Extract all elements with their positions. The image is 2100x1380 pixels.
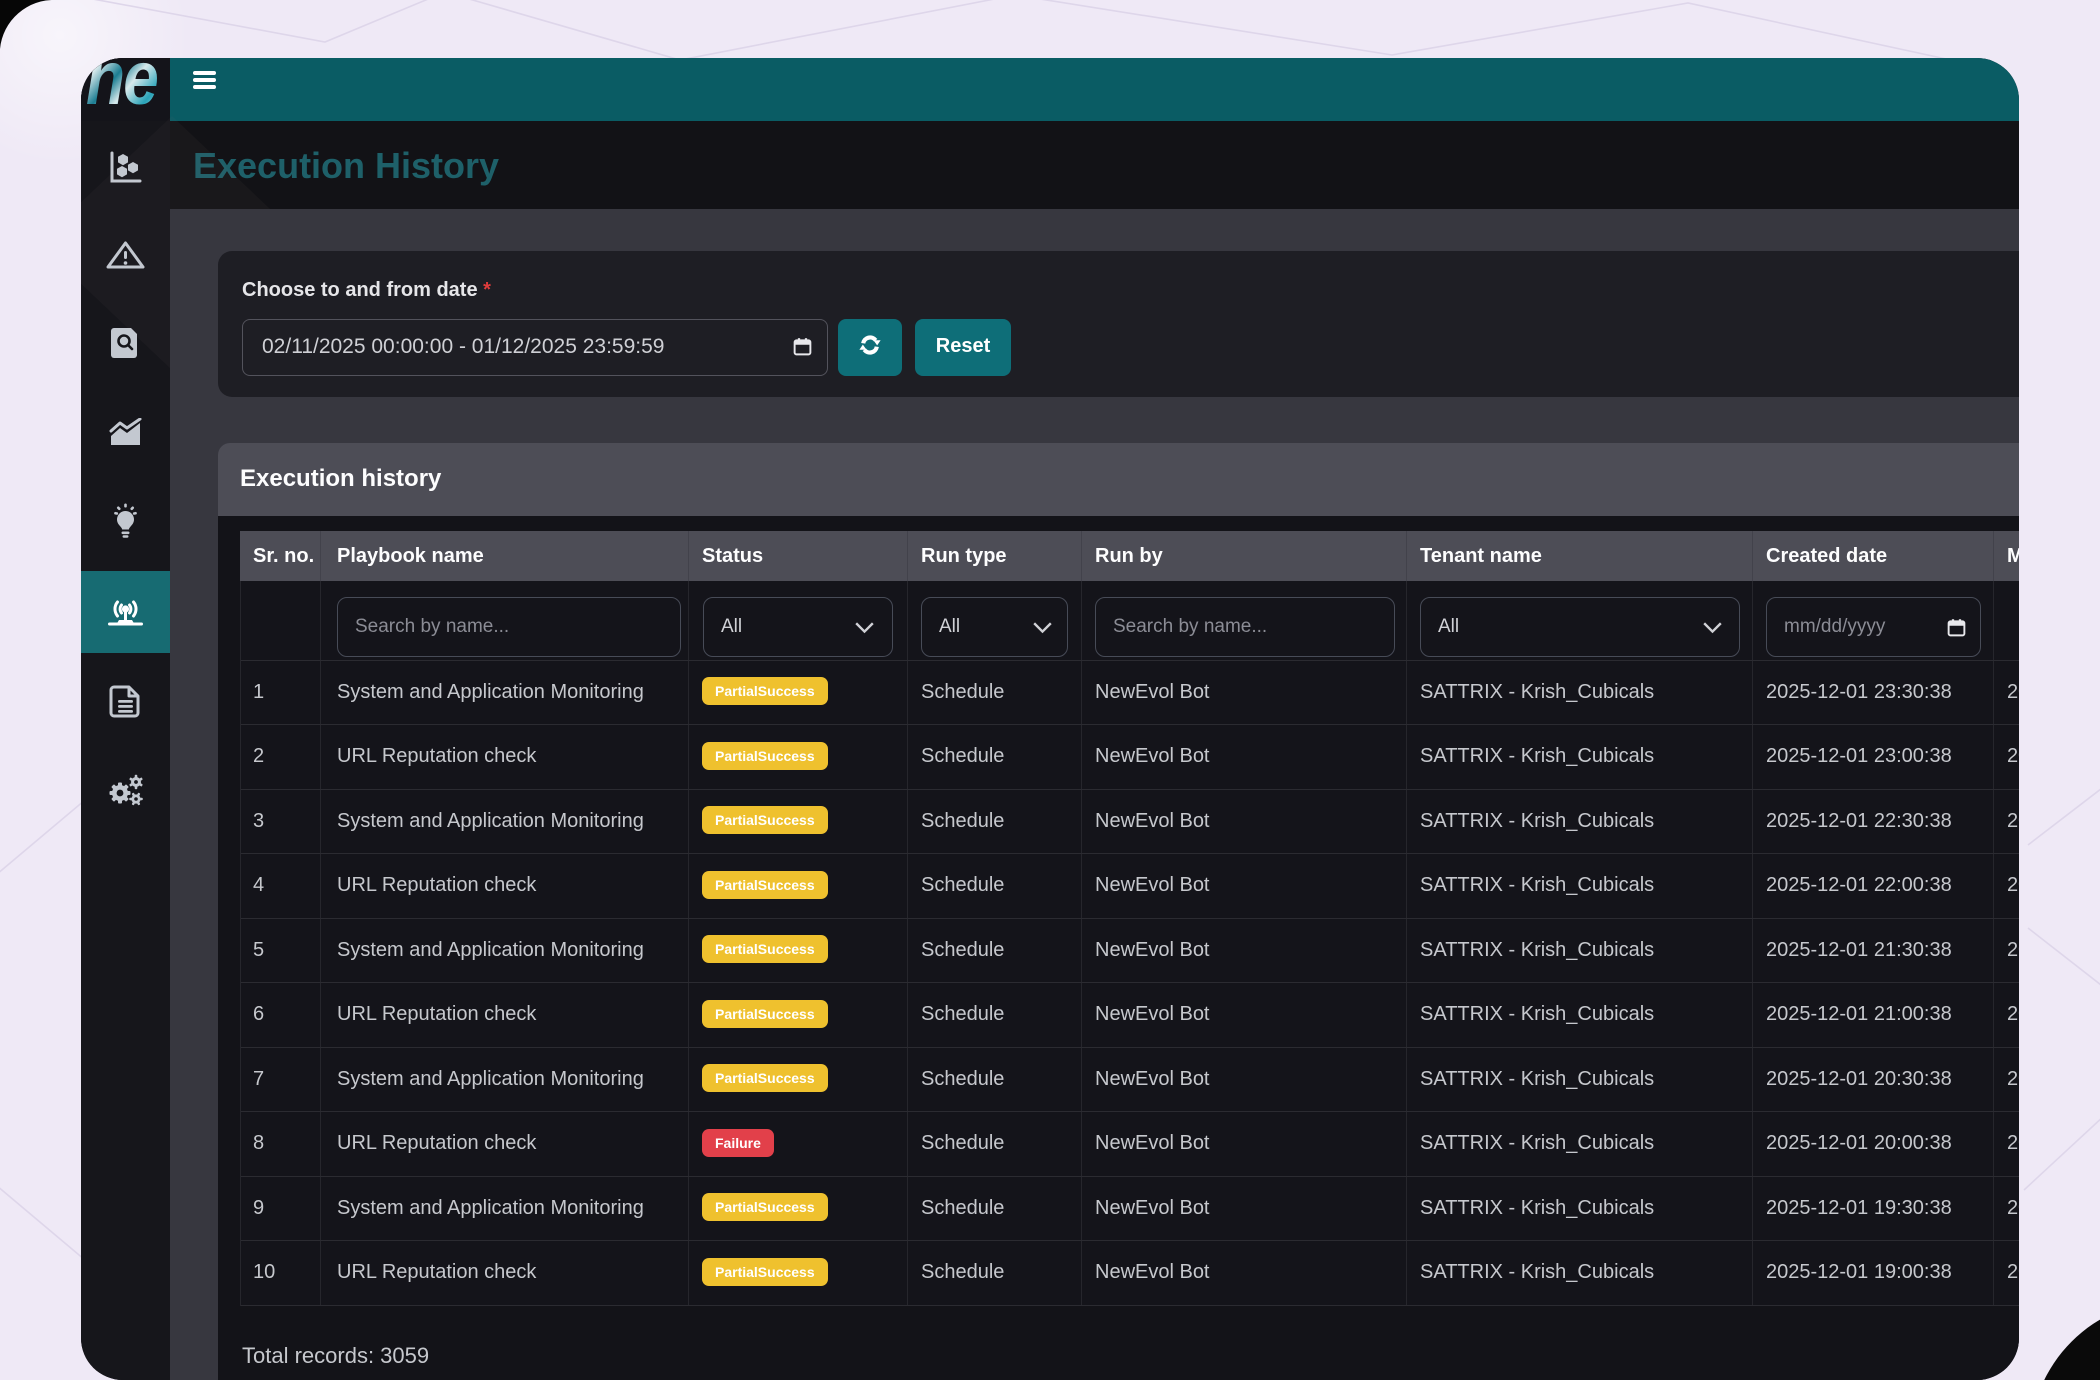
svg-text:ne: ne [86,58,158,120]
